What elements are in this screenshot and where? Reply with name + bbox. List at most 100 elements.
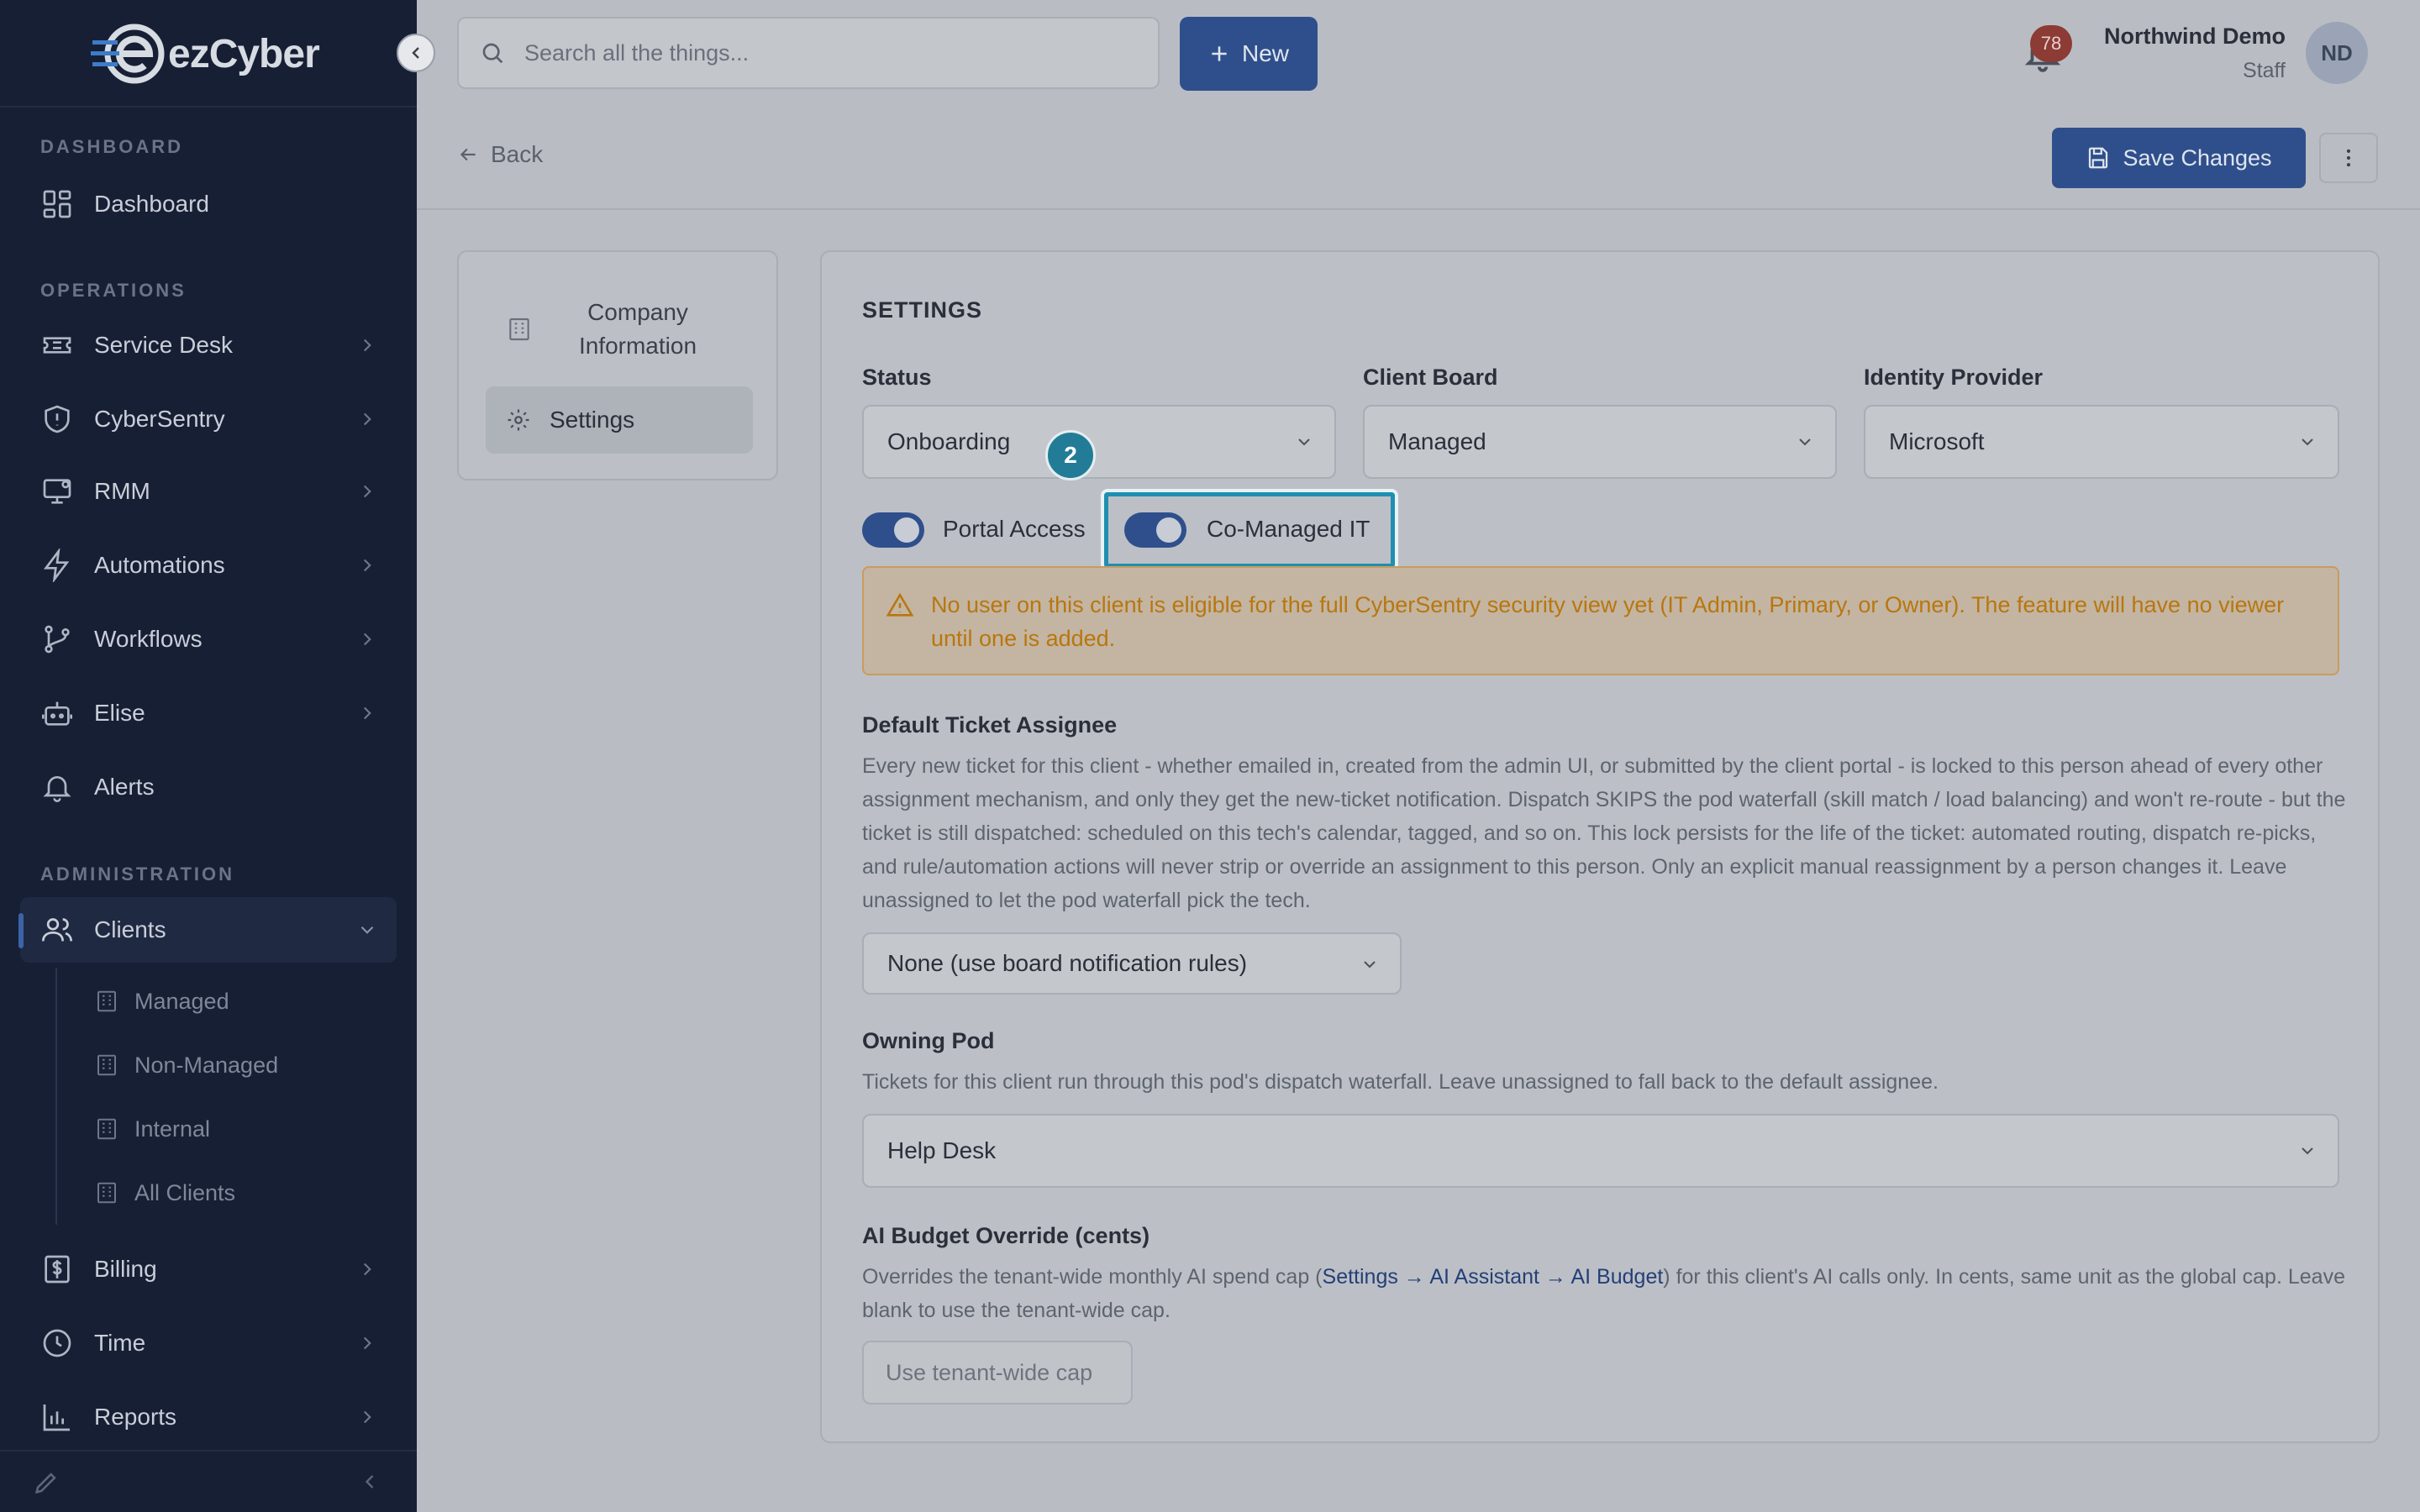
sidebar-item-label: Service Desk <box>94 332 233 358</box>
plus-icon <box>1212 46 1227 61</box>
sidebar-item-automations[interactable]: Automations <box>20 533 397 598</box>
chevron-right-icon <box>363 706 371 720</box>
pencil-icon[interactable] <box>32 1468 60 1497</box>
default-assignee-value: None (use board notification rules) <box>887 950 1248 976</box>
collapse-sidebar-button[interactable] <box>397 34 435 72</box>
back-link[interactable]: Back <box>457 141 543 168</box>
ai-budget-settings-link[interactable]: Settings → AI Assistant → AI Budget <box>1323 1265 1664 1289</box>
notification-count-badge: 78 <box>2030 25 2072 62</box>
users-icon <box>42 918 72 942</box>
sidebar-item-label: RMM <box>94 478 150 504</box>
save-changes-button[interactable]: Save Changes <box>2052 128 2306 188</box>
shield-icon <box>45 405 70 433</box>
warning-icon <box>886 592 914 617</box>
chevron-right-icon <box>363 1410 371 1424</box>
building-icon <box>509 318 529 341</box>
chevron-left-icon[interactable] <box>358 1470 381 1494</box>
sidebar-subitem-internal[interactable]: Internal <box>94 1104 210 1154</box>
bell-icon <box>43 776 71 802</box>
ai-budget-label: AI Budget Override (cents) <box>862 1223 1150 1248</box>
sidebar-item-label: Time <box>94 1330 146 1356</box>
sidebar-item-label: CyberSentry <box>94 406 225 432</box>
chevron-right-icon <box>363 1336 371 1350</box>
search-icon <box>482 43 503 64</box>
default-assignee-description: Every new ticket for this client - wheth… <box>862 754 2346 912</box>
sidebar-item-workflows[interactable]: Workflows <box>20 606 397 672</box>
submenu-rail <box>55 968 57 1225</box>
save-icon <box>2089 147 2108 169</box>
sidebar-item-rmm[interactable]: RMM <box>20 459 397 524</box>
sidebar-subitem-non-managed[interactable]: Non-Managed <box>94 1040 278 1090</box>
sidebar-item-reports[interactable]: Reports <box>20 1384 397 1450</box>
arrow-left-icon <box>460 148 476 161</box>
bar-chart-icon <box>43 1404 70 1431</box>
gear-icon <box>508 409 529 431</box>
sidebar: ezCyber DASHBOARD Dashboard OPERATIONS S… <box>0 0 417 1512</box>
ai-budget-input[interactable]: Use tenant-wide cap <box>862 1341 1133 1404</box>
logo[interactable]: ezCyber <box>91 20 320 87</box>
sidebar-divider <box>0 106 417 108</box>
sidebar-item-label: Billing <box>94 1256 157 1282</box>
sidebar-item-label: Reports <box>94 1404 177 1430</box>
chevron-down-icon <box>1799 438 1811 446</box>
chevron-right-icon <box>363 339 371 352</box>
new-button-label: New <box>1241 40 1289 66</box>
sidebar-item-time[interactable]: Time <box>20 1310 397 1376</box>
sidebar-item-alerts[interactable]: Alerts <box>20 754 397 820</box>
more-options-button[interactable] <box>2319 133 2378 183</box>
client-board-label: Client Board <box>1363 365 1498 390</box>
settings-heading: SETTINGS <box>862 297 983 323</box>
sidebar-item-clients[interactable]: Clients <box>20 897 397 963</box>
sidebar-item-service-desk[interactable]: Service Desk <box>20 312 397 378</box>
user-role: Staff <box>2243 59 2286 82</box>
owning-pod-description: Tickets for this client run through this… <box>862 1070 1939 1094</box>
sidebar-subitem-managed[interactable]: Managed <box>94 976 229 1026</box>
identity-provider-label: Identity Provider <box>1864 365 2044 390</box>
co-managed-toggle[interactable] <box>1124 512 1186 548</box>
sidebar-item-label: Clients <box>94 916 166 942</box>
step-badge: 2 <box>1045 430 1096 480</box>
portal-access-label: Portal Access <box>943 516 1086 542</box>
nav-settings[interactable]: Settings <box>486 386 753 454</box>
ai-budget-placeholder: Use tenant-wide cap <box>886 1359 1093 1385</box>
sidebar-footer <box>0 1450 417 1512</box>
sidebar-item-billing[interactable]: Billing <box>20 1236 397 1302</box>
identity-provider-select[interactable]: Microsoft <box>1864 405 2339 479</box>
branch-icon <box>45 625 70 654</box>
warning-text: No user on this client is eligible for t… <box>931 592 2285 651</box>
new-button[interactable]: New <box>1180 17 1318 91</box>
nav-settings-label: Settings <box>550 407 635 433</box>
section-dashboard: DASHBOARD <box>40 136 183 157</box>
building-icon <box>97 1182 116 1204</box>
chevron-right-icon <box>363 412 371 426</box>
owning-pod-select[interactable]: Help Desk <box>862 1114 2339 1188</box>
avatar[interactable]: ND <box>2306 22 2368 84</box>
sidebar-item-cybersentry[interactable]: CyberSentry <box>20 386 397 452</box>
sidebar-item-label: Automations <box>94 552 225 578</box>
sidebar-subitem-label: Internal <box>134 1116 211 1142</box>
chevron-right-icon <box>363 485 371 498</box>
sidebar-item-label: Workflows <box>94 626 203 652</box>
status-select[interactable]: Onboarding <box>862 405 1336 479</box>
ezcyber-logo-icon <box>91 24 165 84</box>
search-input[interactable]: Search all the things... <box>457 17 1160 89</box>
chevron-down-icon <box>1364 961 1376 969</box>
co-managed-label: Co-Managed IT <box>1207 516 1370 542</box>
chevron-down-icon <box>1298 438 1310 446</box>
clock-icon <box>43 1329 71 1357</box>
nav-company-information[interactable]: Company Information <box>506 296 718 363</box>
chevron-down-icon <box>360 926 374 934</box>
settings-nav-card: Company Information Settings <box>457 250 778 480</box>
default-assignee-select[interactable]: None (use board notification rules) <box>862 932 1402 995</box>
client-board-select[interactable]: Managed <box>1363 405 1837 479</box>
section-operations: OPERATIONS <box>40 280 187 301</box>
sidebar-item-elise[interactable]: Elise <box>20 680 397 746</box>
toggle-knob <box>894 517 919 543</box>
owning-pod-label: Owning Pod <box>862 1028 995 1053</box>
sidebar-subitem-all-clients[interactable]: All Clients <box>94 1168 235 1218</box>
chevron-right-icon <box>363 633 371 646</box>
status-label: Status <box>862 365 932 390</box>
bolt-icon <box>44 549 70 582</box>
portal-access-toggle[interactable] <box>862 512 924 548</box>
sidebar-item-dashboard[interactable]: Dashboard <box>20 171 397 237</box>
